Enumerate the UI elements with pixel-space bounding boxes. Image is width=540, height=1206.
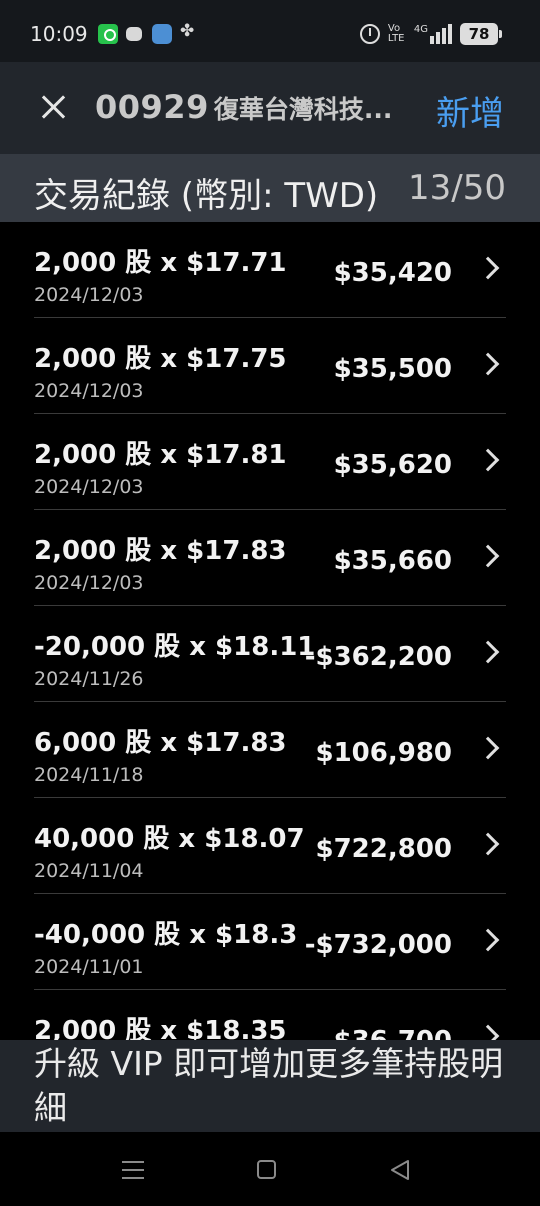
- chevron-right-icon: [476, 640, 500, 664]
- recent-apps-icon[interactable]: [122, 1161, 144, 1179]
- chevron-right-icon: [476, 256, 500, 280]
- stock-name: 復華台灣科技...: [213, 95, 393, 124]
- transaction-row[interactable]: -40,000 股 x $18.3 2024/11/01 -$732,000: [34, 894, 506, 990]
- transaction-quantity-price: -40,000 股 x $18.3: [34, 920, 298, 950]
- pinwheel-icon: ✤: [180, 21, 195, 41]
- transaction-row[interactable]: 2,000 股 x $18.35 $36,700: [34, 990, 506, 1040]
- transaction-date: 2024/11/26: [34, 668, 144, 690]
- add-button[interactable]: 新增: [436, 86, 504, 135]
- vip-upgrade-text: 升級 VIP 即可增加更多筆持股明細: [34, 1044, 504, 1127]
- transaction-date: 2024/11/04: [34, 860, 144, 882]
- transaction-date: 2024/12/03: [34, 572, 144, 594]
- transaction-quantity-price: 2,000 股 x $17.81: [34, 440, 287, 470]
- transaction-amount: $35,660: [333, 546, 452, 576]
- vip-upgrade-banner[interactable]: 升級 VIP 即可增加更多筆持股明細: [0, 1040, 540, 1132]
- transaction-date: 2024/11/18: [34, 764, 144, 786]
- transaction-row[interactable]: 6,000 股 x $17.83 2024/11/18 $106,980: [34, 702, 506, 798]
- transaction-amount: $35,420: [333, 258, 452, 288]
- system-nav-bar: [0, 1132, 540, 1206]
- record-count: 13/50: [408, 168, 506, 208]
- transaction-amount: $722,800: [315, 834, 452, 864]
- transaction-quantity-price: -20,000 股 x $18.11: [34, 632, 316, 662]
- transaction-quantity-price: 2,000 股 x $17.83: [34, 536, 287, 566]
- transaction-row[interactable]: 2,000 股 x $17.71 2024/12/03 $35,420: [34, 222, 506, 318]
- section-title: 交易紀錄 (幣別: TWD): [34, 176, 379, 216]
- transaction-row[interactable]: 2,000 股 x $17.83 2024/12/03 $35,660: [34, 510, 506, 606]
- close-icon[interactable]: [36, 90, 72, 126]
- chevron-right-icon: [476, 928, 500, 952]
- transaction-amount: -$362,200: [304, 642, 452, 672]
- transaction-row[interactable]: -20,000 股 x $18.11 2024/11/26 -$362,200: [34, 606, 506, 702]
- transaction-date: 2024/12/03: [34, 476, 144, 498]
- chevron-right-icon: [476, 448, 500, 472]
- avatar-app-icon: [152, 24, 172, 44]
- home-icon[interactable]: [257, 1160, 276, 1179]
- message-icon: [126, 27, 142, 41]
- status-indicators: Vo LTE 4G 78: [359, 22, 502, 46]
- stock-code: 00929: [95, 88, 209, 126]
- back-icon[interactable]: [388, 1158, 412, 1182]
- transaction-date: 2024/11/01: [34, 956, 144, 978]
- network-type-label: 4G: [413, 24, 428, 35]
- alarm-icon: [359, 24, 380, 44]
- transaction-amount: $35,500: [333, 354, 452, 384]
- transaction-quantity-price: 40,000 股 x $18.07: [34, 824, 305, 854]
- stock-title: 00929 復華台灣科技...: [95, 88, 415, 126]
- transaction-amount: $36,700: [334, 1026, 452, 1040]
- green-app-icon: [98, 24, 118, 44]
- app-header: 00929 復華台灣科技... 新增: [0, 62, 540, 154]
- transaction-row[interactable]: 40,000 股 x $18.07 2024/11/04 $722,800: [34, 798, 506, 894]
- chevron-right-icon: [476, 832, 500, 856]
- transaction-date: 2024/12/03: [34, 284, 144, 306]
- volte-icon: Vo LTE: [387, 23, 405, 44]
- chevron-right-icon: [476, 736, 500, 760]
- status-bar: 10:09 ✤ Vo LTE 4G 78: [0, 0, 540, 62]
- status-time: 10:09: [30, 22, 88, 46]
- transaction-quantity-price: 2,000 股 x $17.75: [34, 344, 287, 374]
- battery-icon: 78: [460, 23, 502, 45]
- transaction-quantity-price: 6,000 股 x $17.83: [34, 728, 287, 758]
- transaction-row[interactable]: 2,000 股 x $17.81 2024/12/03 $35,620: [34, 414, 506, 510]
- transaction-date: 2024/12/03: [34, 380, 144, 402]
- section-header: 交易紀錄 (幣別: TWD) 13/50: [0, 154, 540, 222]
- transaction-list[interactable]: 2,000 股 x $17.71 2024/12/03 $35,420 2,00…: [0, 222, 540, 1040]
- chevron-right-icon: [476, 352, 500, 376]
- chevron-right-icon: [476, 544, 500, 568]
- transaction-row[interactable]: 2,000 股 x $17.75 2024/12/03 $35,500: [34, 318, 506, 414]
- transaction-amount: -$732,000: [304, 930, 452, 960]
- transaction-quantity-price: 2,000 股 x $17.71: [34, 248, 287, 278]
- transaction-quantity-price: 2,000 股 x $18.35: [34, 1016, 287, 1040]
- transaction-amount: $106,980: [315, 738, 452, 768]
- transaction-amount: $35,620: [333, 450, 452, 480]
- chevron-right-icon: [476, 1024, 500, 1040]
- signal-icon: 4G: [414, 24, 452, 44]
